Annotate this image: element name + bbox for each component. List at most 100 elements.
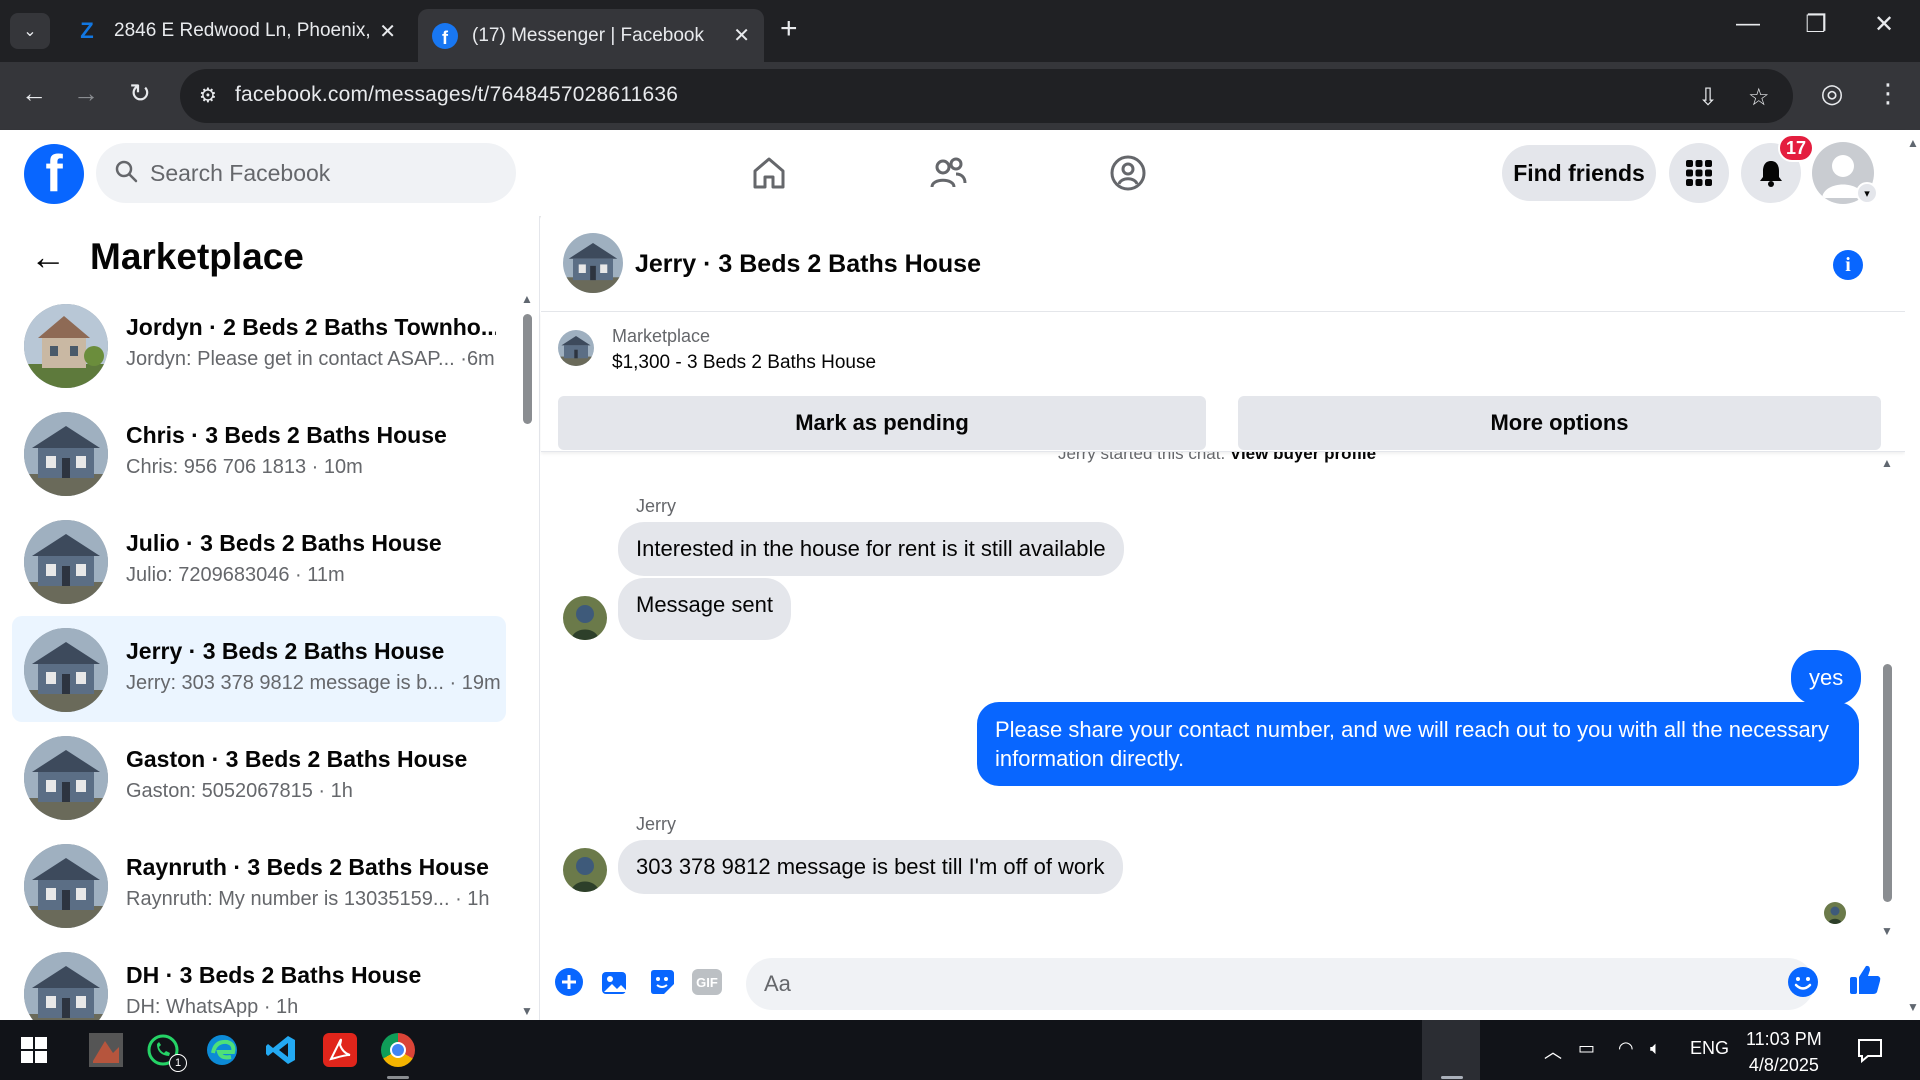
chrome-profile-icon[interactable] bbox=[1016, 1030, 1056, 1070]
chat-title[interactable]: Jerry · 3 Beds 2 Baths House bbox=[635, 250, 981, 279]
outgoing-message[interactable]: Please share your contact number, and we… bbox=[977, 702, 1859, 786]
chrome-active-icon[interactable] bbox=[1422, 1020, 1480, 1080]
chrome-profile-icon[interactable] bbox=[784, 1030, 824, 1070]
tab-search-button[interactable]: ⌄ bbox=[10, 13, 50, 49]
acrobat-icon[interactable] bbox=[320, 1030, 360, 1070]
install-app-icon[interactable]: ⇩ bbox=[1698, 83, 1718, 112]
scroll-down-arrow-icon[interactable]: ▼ bbox=[521, 1004, 533, 1018]
forward-icon[interactable]: → bbox=[68, 78, 104, 109]
scroll-down-arrow-icon[interactable]: ▼ bbox=[1881, 924, 1893, 938]
gif-icon[interactable]: GIF bbox=[692, 969, 722, 995]
scroll-up-arrow-icon[interactable]: ▲ bbox=[521, 292, 533, 306]
home-nav-button[interactable] bbox=[741, 150, 797, 196]
message-input[interactable] bbox=[764, 958, 1724, 1010]
listing-thumbnail[interactable] bbox=[558, 330, 594, 366]
more-options-button[interactable]: More options bbox=[1238, 396, 1881, 450]
chrome-profile-icon[interactable] bbox=[958, 1030, 998, 1070]
address-bar[interactable]: ⚙ facebook.com/messages/t/76484570286116… bbox=[180, 69, 1793, 123]
sender-avatar[interactable] bbox=[563, 596, 607, 640]
battery-icon[interactable]: ▭ bbox=[1578, 1038, 1595, 1059]
site-info-icon[interactable]: ⚙ bbox=[194, 83, 222, 109]
chrome-profile-icon[interactable] bbox=[1132, 1030, 1172, 1070]
browser-tab-zillow[interactable]: Z 2846 E Redwood Ln, Phoenix, A ✕ bbox=[60, 9, 410, 53]
incoming-message[interactable]: 303 378 9812 message is best till I'm of… bbox=[618, 840, 1123, 894]
app-thumbnail-icon[interactable] bbox=[86, 1030, 126, 1070]
chrome-profile-icon[interactable] bbox=[1486, 1030, 1526, 1070]
outgoing-message[interactable]: yes bbox=[1791, 650, 1862, 705]
conversation-item-gaston[interactable]: Gaston · 3 Beds 2 Baths House Gaston: 50… bbox=[12, 724, 506, 830]
windows-start-icon[interactable] bbox=[14, 1030, 54, 1070]
info-icon[interactable]: i bbox=[1833, 250, 1863, 280]
minimize-icon[interactable]: — bbox=[1728, 10, 1768, 38]
scroll-up-arrow-icon[interactable]: ▲ bbox=[1907, 136, 1919, 150]
conversation-item-dh[interactable]: DH · 3 Beds 2 Baths House DH: WhatsApp ·… bbox=[12, 940, 506, 1020]
chrome-profile-icon[interactable] bbox=[552, 1030, 592, 1070]
conversation-item-raynruth[interactable]: Raynruth · 3 Beds 2 Baths House Raynruth… bbox=[12, 832, 506, 938]
close-tab-icon[interactable]: ✕ bbox=[379, 19, 396, 44]
conversation-item-jordyn[interactable]: Jordyn · 2 Beds 2 Baths Townho... Jordyn… bbox=[12, 292, 506, 398]
scrollbar-thumb[interactable] bbox=[523, 314, 532, 424]
search-input[interactable] bbox=[150, 143, 500, 203]
chrome-profile-icon[interactable] bbox=[436, 1030, 476, 1070]
wifi-icon[interactable]: ◠ bbox=[1618, 1038, 1634, 1059]
notifications-center-icon[interactable] bbox=[1850, 1030, 1890, 1070]
language-indicator[interactable]: ENG bbox=[1690, 1038, 1729, 1059]
bookmark-star-icon[interactable]: ☆ bbox=[1748, 83, 1770, 112]
conversation-item-chris[interactable]: Chris · 3 Beds 2 Baths House Chris: 956 … bbox=[12, 400, 506, 506]
chrome-profile-icon[interactable] bbox=[610, 1030, 650, 1070]
message-scrollbar[interactable]: ▲ ▼ bbox=[1879, 452, 1895, 944]
menu-button[interactable] bbox=[1669, 143, 1729, 203]
conversation-item-jerry[interactable]: Jerry · 3 Beds 2 Baths House Jerry: 303 … bbox=[12, 616, 506, 722]
emoji-icon[interactable] bbox=[1787, 966, 1819, 998]
listing-price-title[interactable]: $1,300 - 3 Beds 2 Baths House bbox=[612, 352, 876, 374]
find-friends-button[interactable]: Find friends bbox=[1502, 145, 1656, 201]
profile-icon[interactable]: ◎ bbox=[1814, 78, 1850, 109]
chat-avatar[interactable] bbox=[563, 233, 623, 293]
volume-icon[interactable]: 🔈︎ bbox=[1650, 1038, 1661, 1059]
chrome-profile-icon[interactable] bbox=[1248, 1030, 1288, 1070]
reload-icon[interactable]: ↻ bbox=[122, 78, 158, 109]
chrome-profile-icon[interactable] bbox=[1306, 1030, 1346, 1070]
back-arrow-icon[interactable]: ← bbox=[30, 236, 66, 278]
url-text[interactable]: facebook.com/messages/t/7648457028611636 bbox=[235, 83, 678, 107]
chrome-profile-icon[interactable] bbox=[668, 1030, 708, 1070]
back-icon[interactable]: ← bbox=[16, 78, 52, 109]
mark-as-pending-button[interactable]: Mark as pending bbox=[558, 396, 1206, 450]
whatsapp-icon[interactable]: 1 bbox=[143, 1030, 187, 1072]
menu-dots-icon[interactable]: ⋮ bbox=[1870, 78, 1906, 109]
chrome-profile-icon[interactable] bbox=[1190, 1030, 1230, 1070]
page-scrollbar[interactable]: ▲ ▼ bbox=[1905, 130, 1920, 1020]
photo-icon[interactable] bbox=[599, 966, 631, 998]
scrollbar-thumb[interactable] bbox=[1883, 664, 1892, 902]
message-input-box[interactable] bbox=[746, 958, 1814, 1010]
search-box[interactable] bbox=[96, 143, 516, 203]
conversation-scrollbar[interactable]: ▲ ▼ bbox=[520, 292, 534, 1020]
conversation-item-julio[interactable]: Julio · 3 Beds 2 Baths House Julio: 7209… bbox=[12, 508, 506, 614]
restore-icon[interactable]: ❐ bbox=[1796, 10, 1836, 39]
vscode-icon[interactable] bbox=[261, 1030, 301, 1070]
sticker-icon[interactable] bbox=[646, 966, 678, 998]
edge-icon[interactable] bbox=[202, 1030, 242, 1070]
browser-tab-messenger[interactable]: f (17) Messenger | Facebook ✕ bbox=[418, 9, 764, 62]
view-buyer-profile-link[interactable]: View buyer profile bbox=[1230, 452, 1376, 463]
new-tab-icon[interactable]: + bbox=[780, 12, 798, 46]
scroll-down-arrow-icon[interactable]: ▼ bbox=[1907, 1000, 1919, 1014]
groups-nav-button[interactable] bbox=[1100, 150, 1156, 196]
incoming-message[interactable]: Interested in the house for rent is it s… bbox=[618, 522, 1124, 576]
chrome-profile-icon[interactable] bbox=[1364, 1030, 1404, 1070]
incoming-message[interactable]: Message sent bbox=[618, 578, 791, 640]
chrome-profile-icon[interactable] bbox=[494, 1030, 534, 1070]
close-tab-icon[interactable]: ✕ bbox=[733, 23, 750, 48]
scroll-up-arrow-icon[interactable]: ▲ bbox=[1881, 456, 1893, 470]
system-clock[interactable]: 11:03 PM 4/8/2025 bbox=[1746, 1026, 1822, 1078]
facebook-logo[interactable]: f bbox=[24, 144, 84, 204]
chrome-profile-icon[interactable] bbox=[1074, 1030, 1114, 1070]
close-window-icon[interactable]: ✕ bbox=[1864, 10, 1904, 39]
thumbs-up-icon[interactable] bbox=[1847, 962, 1883, 998]
chrome-profile-icon[interactable] bbox=[842, 1030, 882, 1070]
chevron-down-icon[interactable]: ▾ bbox=[1856, 182, 1878, 204]
plus-icon[interactable] bbox=[553, 966, 585, 998]
chrome-profile-icon[interactable] bbox=[900, 1030, 940, 1070]
chrome-icon[interactable] bbox=[378, 1030, 418, 1070]
chrome-profile-icon[interactable] bbox=[726, 1030, 766, 1070]
